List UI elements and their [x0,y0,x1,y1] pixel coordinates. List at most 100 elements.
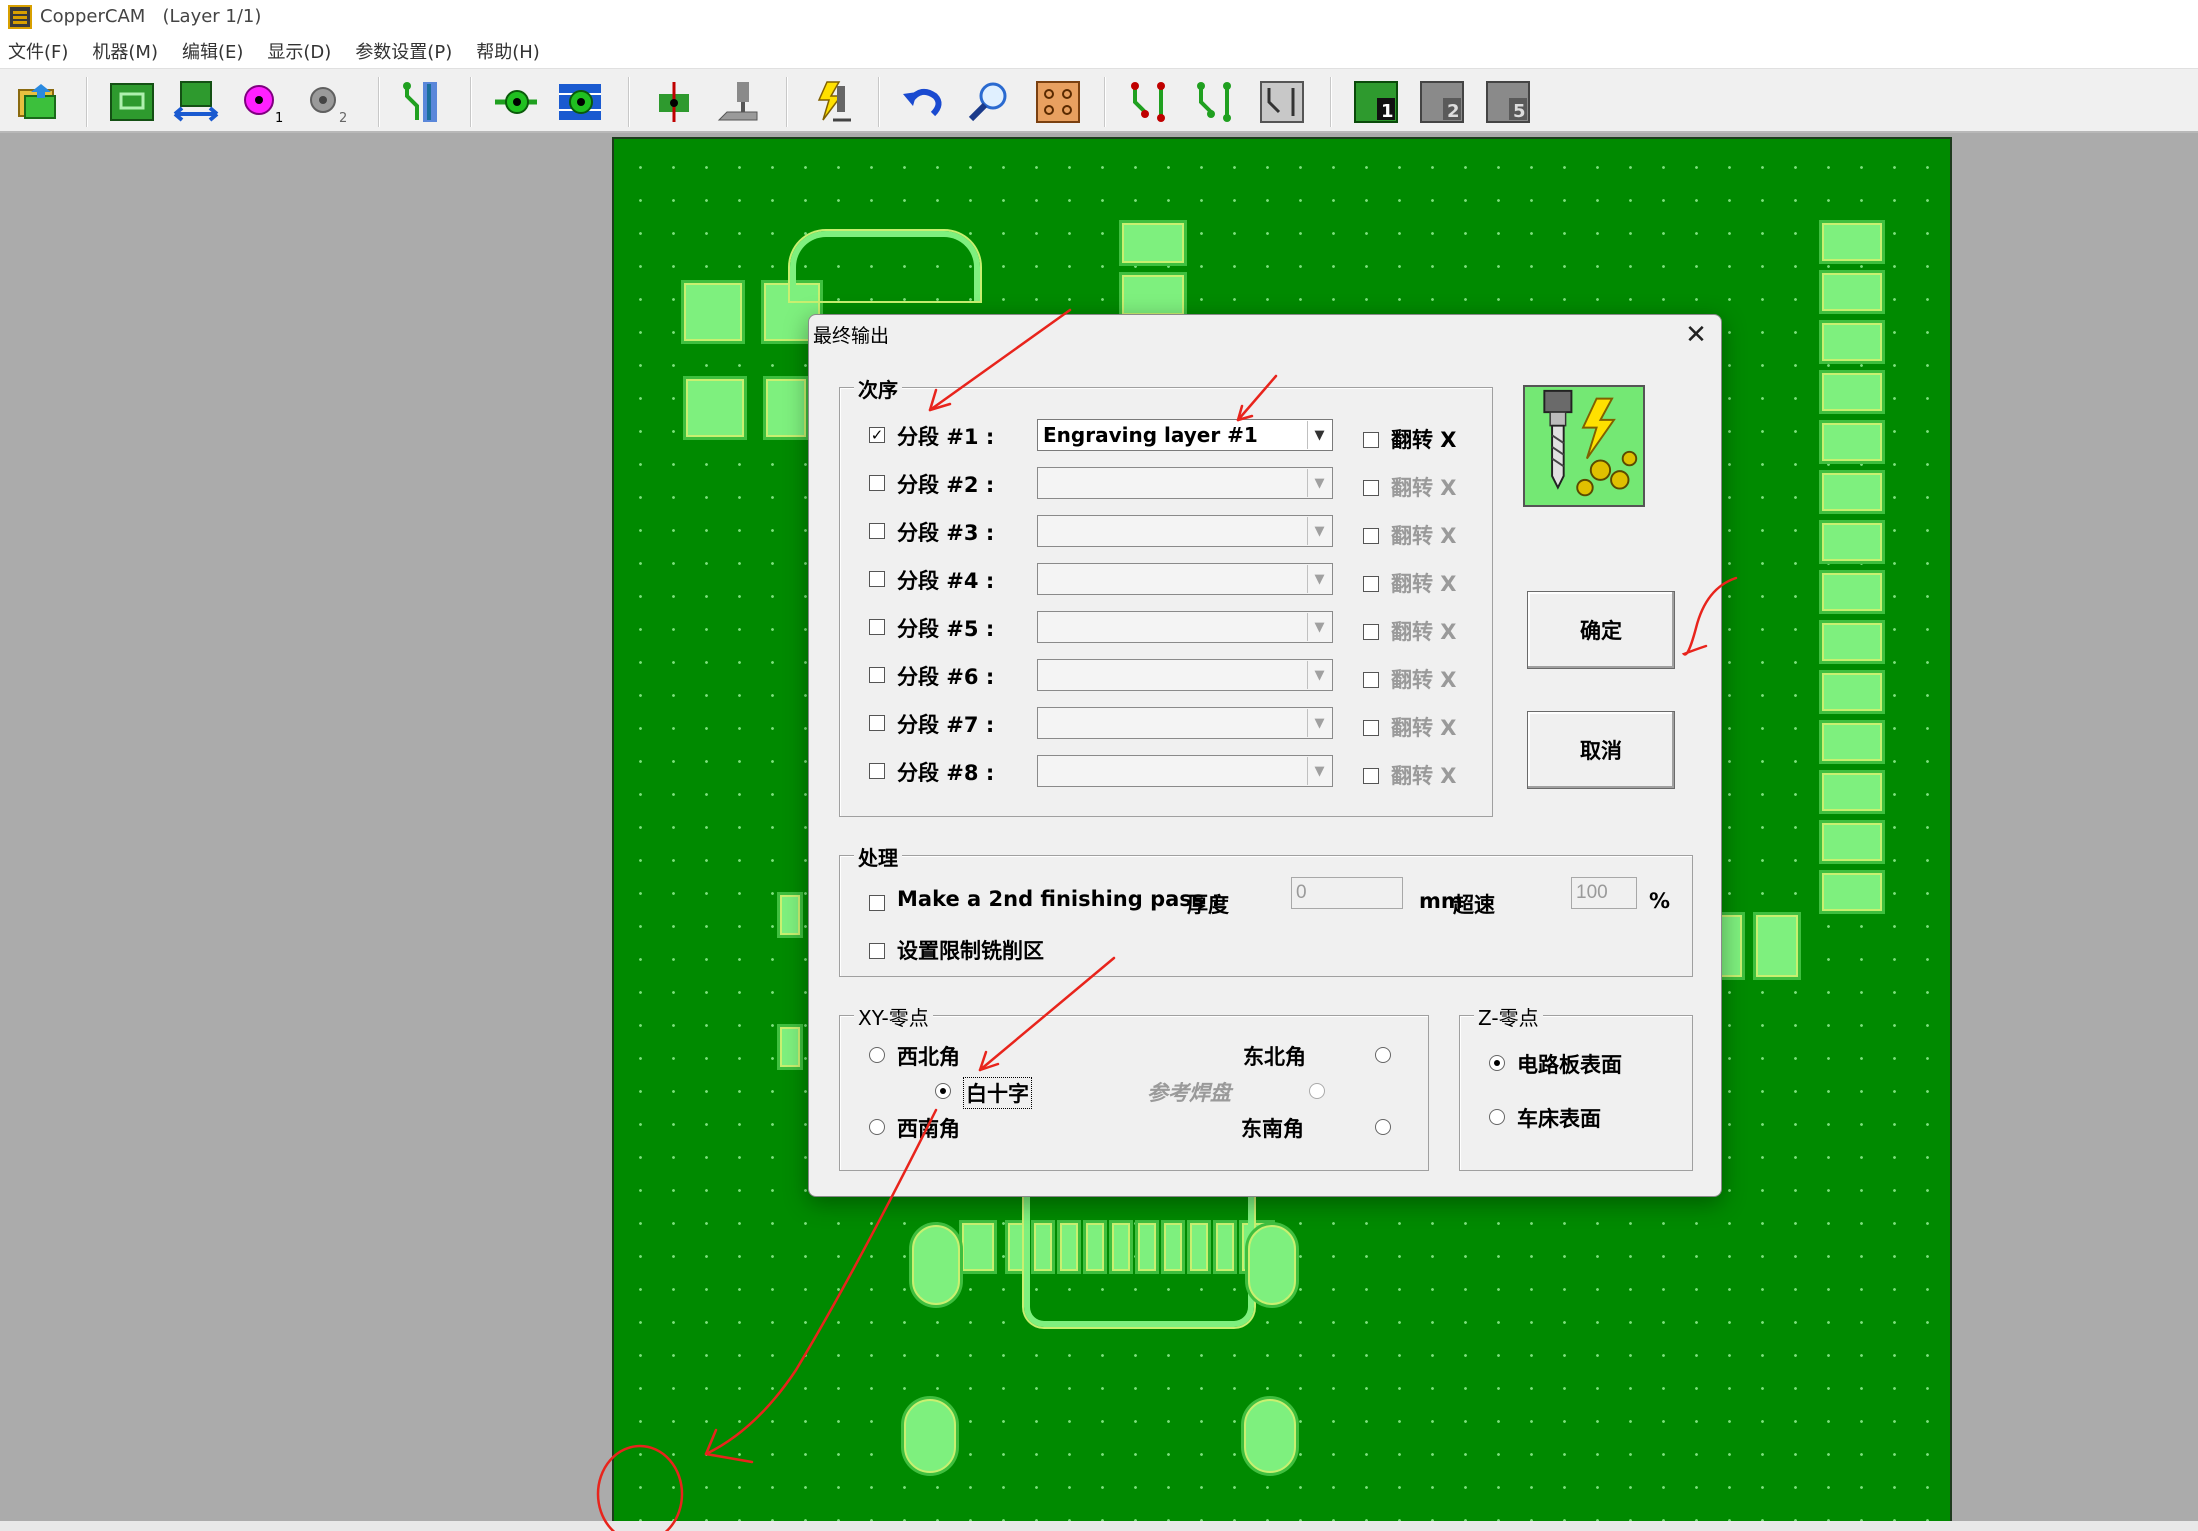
layer-5-icon[interactable]: 5 [1484,79,1532,125]
layer-5-badge: 5 [1513,101,1526,122]
layer-1-badge: 1 [1381,101,1394,122]
section-7-flip-label: 翻转 X [1391,716,1457,740]
xy-nw-label: 西北角 [897,1045,960,1069]
menu-file[interactable]: 文件(F) [0,38,76,64]
pcb-view-icon[interactable] [1034,79,1082,125]
section-3-checkbox[interactable] [869,523,885,539]
xy-ne-radio[interactable] [1375,1047,1391,1063]
section-8-select[interactable]: ▼ [1037,755,1333,787]
section-6-flip-checkbox[interactable] [1363,672,1379,688]
section-8-flip-checkbox[interactable] [1363,768,1379,784]
route-b-icon[interactable] [1192,79,1240,125]
board-icon[interactable] [108,79,156,125]
section-7-flip-checkbox[interactable] [1363,720,1379,736]
section-4-flip-checkbox[interactable] [1363,576,1379,592]
section-2-flip-checkbox[interactable] [1363,480,1379,496]
section-7-select[interactable]: ▼ [1037,707,1333,739]
xy-sw-radio[interactable] [869,1119,885,1135]
section-4-label: 分段 #4 : [897,569,995,593]
section-4-select[interactable]: ▼ [1037,563,1333,595]
z-board-label: 电路板表面 [1517,1053,1622,1077]
section-2-select[interactable]: ▼ [1037,467,1333,499]
pcb-pad [1822,373,1882,411]
z-bed-label: 车床表面 [1517,1107,1601,1131]
layer-2-icon[interactable]: 2 [1418,79,1466,125]
xy-se-label: 东南角 [1241,1117,1304,1141]
section-8-checkbox[interactable] [869,763,885,779]
layer-1-icon[interactable]: 1 [1352,79,1400,125]
chevron-down-icon[interactable]: ▼ [1307,757,1331,785]
open-folder-icon[interactable] [14,79,62,125]
pcb-pad [1822,723,1882,761]
thickness-label: 厚度 [1187,893,1229,917]
xy-nw-radio[interactable] [869,1047,885,1063]
pcb-pad [1822,473,1882,511]
section-3-flip-checkbox[interactable] [1363,528,1379,544]
thickness-input[interactable] [1291,877,1403,909]
section-1-select[interactable]: Engraving layer #1 ▼ [1037,419,1333,451]
z-bed-radio[interactable] [1489,1109,1505,1125]
chevron-down-icon[interactable]: ▼ [1307,613,1331,641]
pcb-pad [684,283,742,341]
zoom-icon[interactable] [966,79,1014,125]
menu-parameters[interactable]: 参数设置(P) [347,38,460,64]
undo-icon[interactable] [900,79,948,125]
track-icon[interactable] [398,79,446,125]
xy-se-radio[interactable] [1375,1119,1391,1135]
section-7-checkbox[interactable] [869,715,885,731]
pcb-pad [686,379,744,437]
z-board-radio[interactable] [1489,1055,1505,1071]
pad-drill-icon[interactable] [492,79,540,125]
section-5-checkbox[interactable] [869,619,885,635]
pcb-pad [1822,623,1882,661]
section-2-checkbox[interactable] [869,475,885,491]
status-bar [0,1521,2198,1531]
laser-output-icon[interactable] [808,79,856,125]
section-3-label: 分段 #3 : [897,521,995,545]
ok-button[interactable]: 确定 [1527,591,1675,669]
section-5-select[interactable]: ▼ [1037,611,1333,643]
pcb-pad-oval [904,1399,956,1473]
section-1-checkbox[interactable] [869,427,885,443]
pad-2-icon[interactable]: 2 [302,79,350,125]
pcb-track [790,231,980,301]
pcb-pad [1822,223,1882,261]
menu-machine[interactable]: 机器(M) [84,38,166,64]
menu-display[interactable]: 显示(D) [259,38,339,64]
chevron-down-icon[interactable]: ▼ [1307,517,1331,545]
finishing-pass-checkbox[interactable] [869,895,885,911]
title-bar: CopperCAM (Layer 1/1) [0,0,2198,33]
chevron-down-icon[interactable]: ▼ [1307,565,1331,593]
menu-edit[interactable]: 编辑(E) [174,38,251,64]
close-icon[interactable]: ✕ [1681,321,1711,351]
xy-ref-pad-radio[interactable] [1309,1083,1325,1099]
pad-1-icon[interactable]: 1 [238,79,286,125]
section-6-checkbox[interactable] [869,667,885,683]
mill-icon[interactable] [714,79,762,125]
pad-contour-icon[interactable] [556,79,604,125]
chevron-down-icon[interactable]: ▼ [1307,421,1331,449]
board-move-icon[interactable] [172,79,220,125]
pcb-pad [1822,673,1882,711]
z-zero-group-label: Z-零点 [1474,1002,1543,1031]
route-a-icon[interactable] [1126,79,1174,125]
xy-cross-radio[interactable] [935,1083,951,1099]
chevron-down-icon[interactable]: ▼ [1307,709,1331,737]
drill-icon[interactable] [650,79,698,125]
pcb-pad [1822,423,1882,461]
cancel-button[interactable]: 取消 [1527,711,1675,789]
pcb-pad [1822,323,1882,361]
section-3-select[interactable]: ▼ [1037,515,1333,547]
section-4-checkbox[interactable] [869,571,885,587]
route-c-icon[interactable] [1258,79,1306,125]
section-6-select[interactable]: ▼ [1037,659,1333,691]
chevron-down-icon[interactable]: ▼ [1307,469,1331,497]
limit-area-checkbox[interactable] [869,943,885,959]
section-3-flip-label: 翻转 X [1391,524,1457,548]
section-7-label: 分段 #7 : [897,713,995,737]
section-5-flip-checkbox[interactable] [1363,624,1379,640]
overspeed-input[interactable] [1571,877,1637,909]
menu-help[interactable]: 帮助(H) [468,38,548,64]
section-1-flip-checkbox[interactable] [1363,432,1379,448]
chevron-down-icon[interactable]: ▼ [1307,661,1331,689]
